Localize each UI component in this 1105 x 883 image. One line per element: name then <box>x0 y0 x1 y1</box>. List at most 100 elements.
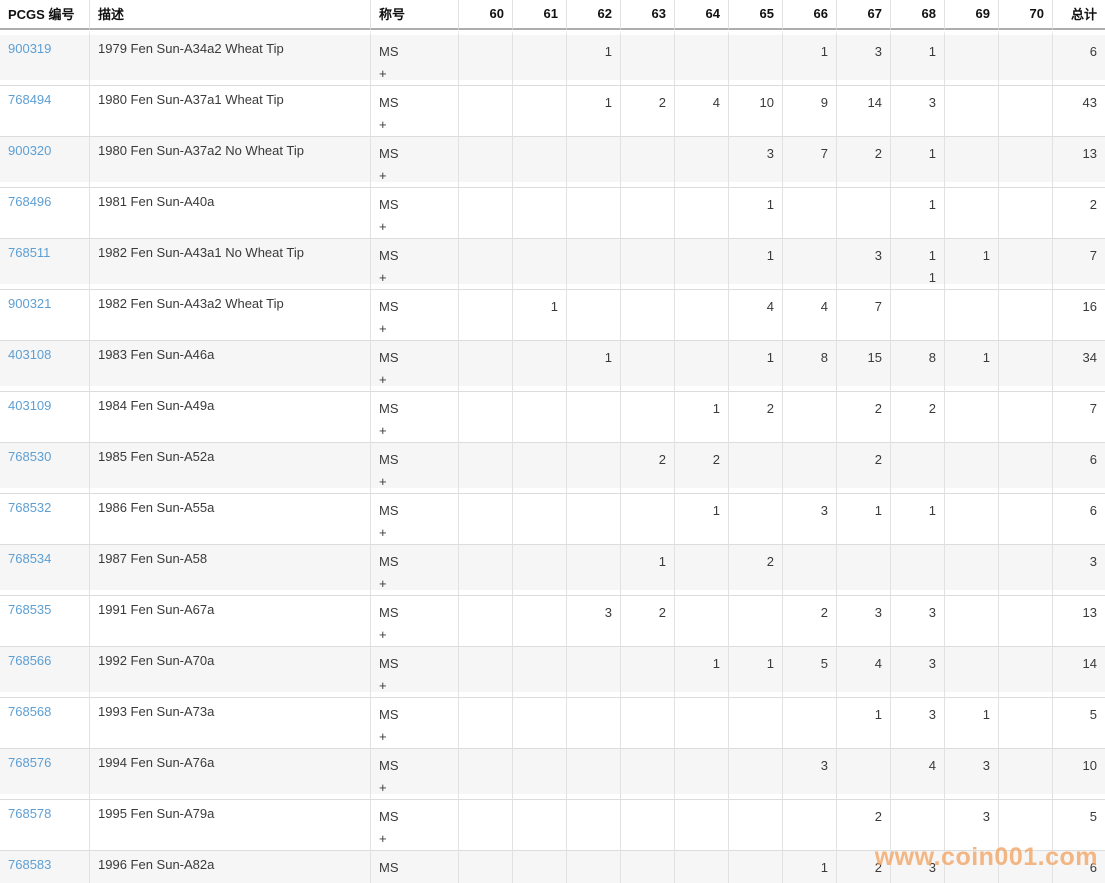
grade-64-count-cell <box>675 239 729 290</box>
grade-63-count-cell <box>621 647 675 698</box>
designation-cell: MS+ <box>371 188 459 239</box>
total-count-cell: 5 <box>1053 698 1105 749</box>
grade-62-count-cell: 1 <box>567 341 621 392</box>
pcgs-number-link[interactable]: 768576 <box>8 755 51 770</box>
grade-66-count-cell: 7 <box>783 137 837 188</box>
col-header-total: 总计 <box>1053 0 1105 30</box>
grade-70-count-cell <box>999 800 1053 851</box>
pcgs-number-link[interactable]: 768566 <box>8 653 51 668</box>
grade-62-count-cell: 1 <box>567 30 621 86</box>
grade-65-count-cell <box>729 596 783 647</box>
pcgs-number-cell: 768511 <box>0 239 90 290</box>
pcgs-number-link[interactable]: 403108 <box>8 347 51 362</box>
grade-70-count-cell <box>999 443 1053 494</box>
pcgs-number-link[interactable]: 768511 <box>8 245 50 260</box>
grade-64-count-cell: 1 <box>675 494 729 545</box>
grade-66-count-cell: 1 <box>783 851 837 883</box>
pcgs-number-link[interactable]: 900320 <box>8 143 51 158</box>
coin-description: 1992 Fen Sun-A70a <box>90 647 371 698</box>
grade-61-count-cell <box>513 545 567 596</box>
pcgs-number-link[interactable]: 900321 <box>8 296 51 311</box>
pcgs-number-cell: 900320 <box>0 137 90 188</box>
grade-62-count-cell <box>567 392 621 443</box>
grade-61-count-cell <box>513 647 567 698</box>
grade-63-count-cell: 1 <box>621 545 675 596</box>
grade-60-count-cell <box>459 86 513 137</box>
table-row: 9003201980 Fen Sun-A37a2 No Wheat TipMS+… <box>0 137 1105 188</box>
grade-67-count-cell: 3 <box>837 596 891 647</box>
table-row: 7685661992 Fen Sun-A70aMS+1154314 <box>0 647 1105 698</box>
pcgs-number-link[interactable]: 768532 <box>8 500 51 515</box>
grade-61-count-cell <box>513 443 567 494</box>
grade-65-count-cell <box>729 851 783 883</box>
pcgs-number-link[interactable]: 768568 <box>8 704 51 719</box>
grade-66-count-cell: 9 <box>783 86 837 137</box>
pcgs-number-link[interactable]: 768578 <box>8 806 51 821</box>
grade-70-count-cell <box>999 30 1053 86</box>
grade-61-count-cell <box>513 749 567 800</box>
pcgs-number-link[interactable]: 900319 <box>8 41 51 56</box>
grade-61-count-cell <box>513 86 567 137</box>
grade-65-count-cell: 1 <box>729 647 783 698</box>
grade-64-count-cell <box>675 188 729 239</box>
grade-70-count-cell <box>999 749 1053 800</box>
grade-67-count-cell: 3 <box>837 239 891 290</box>
table-row: 7684961981 Fen Sun-A40aMS+112 <box>0 188 1105 239</box>
pcgs-number-cell: 900321 <box>0 290 90 341</box>
col-header-grade-61: 61 <box>513 0 567 30</box>
grade-68-count-cell: 1 <box>891 137 945 188</box>
pcgs-number-link[interactable]: 768534 <box>8 551 51 566</box>
coin-description: 1982 Fen Sun-A43a1 No Wheat Tip <box>90 239 371 290</box>
grade-63-count-cell: 2 <box>621 443 675 494</box>
total-count-cell: 7 <box>1053 239 1105 290</box>
total-count-cell: 5 <box>1053 800 1105 851</box>
pcgs-number-cell: 768496 <box>0 188 90 239</box>
table-row: 7685761994 Fen Sun-A76aMS+34310 <box>0 749 1105 800</box>
pcgs-number-link[interactable]: 768530 <box>8 449 51 464</box>
grade-64-count-cell <box>675 800 729 851</box>
grade-65-count-cell <box>729 494 783 545</box>
coin-description: 1991 Fen Sun-A67a <box>90 596 371 647</box>
grade-66-count-cell <box>783 188 837 239</box>
grade-68-count-cell: 2 <box>891 392 945 443</box>
grade-61-count-cell <box>513 392 567 443</box>
col-header-pcgs-number: PCGS 编号 <box>0 0 90 30</box>
pcgs-number-link[interactable]: 768494 <box>8 92 51 107</box>
grade-69-count-cell <box>945 851 999 883</box>
grade-62-count-cell <box>567 239 621 290</box>
pcgs-number-link[interactable]: 768496 <box>8 194 51 209</box>
grade-63-count-cell <box>621 698 675 749</box>
pcgs-number-link[interactable]: 403109 <box>8 398 51 413</box>
table-row: 7685111982 Fen Sun-A43a1 No Wheat TipMS+… <box>0 239 1105 290</box>
pcgs-number-cell: 768494 <box>0 86 90 137</box>
total-count-cell: 14 <box>1053 647 1105 698</box>
grade-67-count-cell <box>837 749 891 800</box>
grade-61-count-cell <box>513 30 567 86</box>
grade-69-count-cell <box>945 494 999 545</box>
total-count-cell: 10 <box>1053 749 1105 800</box>
grade-66-count-cell: 3 <box>783 494 837 545</box>
grade-64-count-cell <box>675 596 729 647</box>
grade-64-count-cell <box>675 545 729 596</box>
grade-69-count-cell: 3 <box>945 800 999 851</box>
col-header-grade-62: 62 <box>567 0 621 30</box>
total-count-cell: 13 <box>1053 596 1105 647</box>
grade-69-count-cell <box>945 596 999 647</box>
total-count-cell: 16 <box>1053 290 1105 341</box>
coin-description: 1983 Fen Sun-A46a <box>90 341 371 392</box>
pcgs-number-link[interactable]: 768535 <box>8 602 51 617</box>
pcgs-number-cell: 768532 <box>0 494 90 545</box>
pcgs-number-cell: 403108 <box>0 341 90 392</box>
grade-70-count-cell <box>999 494 1053 545</box>
designation-cell: MS+ <box>371 749 459 800</box>
grade-66-count-cell <box>783 392 837 443</box>
grade-68-count-cell: 3 <box>891 647 945 698</box>
col-header-grade-65: 65 <box>729 0 783 30</box>
grade-60-count-cell <box>459 851 513 883</box>
grade-60-count-cell <box>459 392 513 443</box>
grade-64-count-cell <box>675 698 729 749</box>
grade-68-count-cell <box>891 800 945 851</box>
grade-65-count-cell <box>729 698 783 749</box>
pcgs-number-link[interactable]: 768583 <box>8 857 51 872</box>
grade-60-count-cell <box>459 188 513 239</box>
